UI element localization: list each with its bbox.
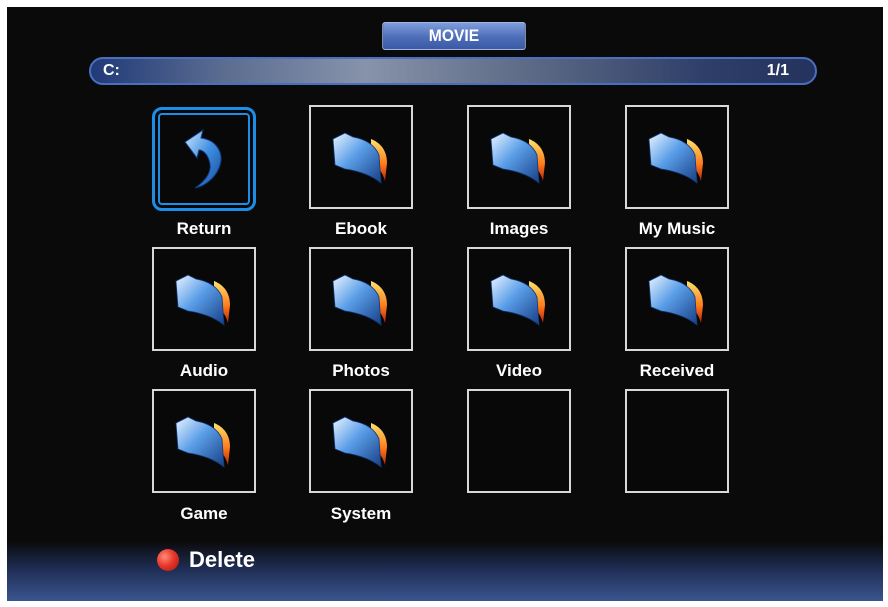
folder-tile-images[interactable] — [467, 105, 571, 209]
tile-label: Photos — [332, 361, 390, 380]
folder-tile-my-music[interactable] — [625, 105, 729, 209]
folder-icon — [332, 274, 387, 326]
folder-tile-audio[interactable] — [152, 247, 256, 351]
bottom-band — [7, 541, 883, 601]
folder-icon — [175, 416, 230, 468]
screen: MOVIE C: 1/1 Return Ebook Images My Musi… — [7, 7, 883, 601]
return-arrow-icon — [184, 128, 222, 189]
folder-tile-game[interactable] — [152, 389, 256, 493]
tile-label: System — [330, 504, 392, 523]
page-title: MOVIE — [382, 22, 526, 50]
folder-tile-system[interactable] — [309, 389, 413, 493]
current-path: C: — [103, 62, 120, 79]
folder-tile-photos[interactable] — [309, 247, 413, 351]
folder-tile-video[interactable] — [467, 247, 571, 351]
delete-label: Delete — [189, 547, 256, 572]
folder-icon — [175, 274, 230, 326]
folder-icon — [648, 132, 703, 184]
tile-label: Video — [496, 361, 542, 380]
tile-label: Game — [180, 504, 228, 523]
return-tile[interactable] — [152, 107, 256, 211]
tile-label: Received — [639, 361, 715, 380]
tile-label: Ebook — [335, 219, 387, 238]
page-indicator: 1/1 — [766, 62, 789, 79]
folder-icon — [332, 132, 387, 184]
tile-label: Audio — [179, 361, 229, 380]
folder-icon — [332, 416, 387, 468]
tile-label: Return — [176, 219, 232, 238]
empty-tile[interactable] — [625, 389, 729, 493]
tile-label: Images — [489, 219, 549, 238]
folder-icon — [648, 274, 703, 326]
folder-tile-ebook[interactable] — [309, 105, 413, 209]
folder-tile-received[interactable] — [625, 247, 729, 351]
red-button-icon — [157, 549, 179, 571]
folder-icon — [490, 274, 545, 326]
empty-tile[interactable] — [467, 389, 571, 493]
path-bar: C: 1/1 — [89, 57, 817, 85]
tile-label: My Music — [638, 219, 716, 238]
folder-icon — [490, 132, 545, 184]
